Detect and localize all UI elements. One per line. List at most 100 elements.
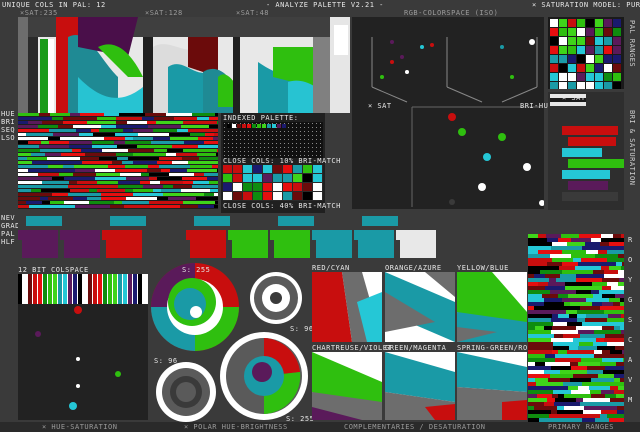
range-cell — [528, 262, 547, 266]
sequence-cell — [101, 125, 116, 128]
sequence-cell — [125, 141, 151, 144]
range-cell — [605, 334, 624, 338]
side-item-hue[interactable]: HUE — [1, 110, 15, 118]
sequence-cell — [196, 197, 218, 200]
sequence-cell — [60, 137, 85, 140]
range-cell — [528, 366, 551, 370]
range-cell — [537, 394, 552, 398]
sequence-cell — [148, 125, 181, 128]
side-item-hlf[interactable]: HLF — [1, 238, 15, 246]
side-item-seq[interactable]: SEQ — [1, 126, 15, 134]
gradient-bar — [22, 240, 58, 258]
saturation-model-toggle[interactable]: × SATURATION MODEL: PURITY — [532, 1, 640, 9]
color-grid-cell — [604, 55, 612, 63]
sequence-cell — [102, 149, 128, 152]
palette-swatch — [237, 124, 241, 128]
range-cell — [607, 342, 624, 346]
sequence-cell — [27, 157, 47, 160]
sequence-cell — [141, 173, 149, 176]
color-grid-cell — [586, 64, 594, 72]
color-grid-cell — [595, 73, 603, 81]
hue-letter-m: M — [628, 396, 633, 404]
range-cell — [528, 266, 536, 270]
gradient-bars-row — [18, 214, 524, 262]
sequence-cell — [209, 125, 218, 128]
range-cell — [544, 370, 560, 374]
side-item-pal[interactable]: PAL — [1, 230, 15, 238]
grid-dot — [308, 143, 309, 144]
grid-dot — [272, 123, 273, 124]
hue-letter-a: A — [628, 356, 633, 364]
grid-dot — [284, 131, 285, 132]
range-cell — [528, 382, 536, 386]
range-cell — [602, 382, 624, 386]
color-grid-cell — [559, 37, 567, 45]
range-cell — [570, 362, 578, 366]
sequence-cell — [26, 201, 42, 204]
grid-dot — [236, 135, 237, 136]
grid-dot — [316, 155, 317, 156]
range-cell — [609, 266, 621, 270]
sequence-cell — [214, 133, 218, 136]
side-item-lso[interactable]: LSO — [1, 134, 15, 142]
range-cell — [562, 270, 573, 274]
grid-dot — [308, 155, 309, 156]
sequence-cell — [149, 173, 169, 176]
range-cell — [600, 306, 624, 310]
range-cell — [580, 334, 605, 338]
sequence-cell — [212, 165, 218, 168]
range-cell — [528, 282, 538, 286]
sequence-cell — [99, 157, 117, 160]
sequence-cell — [48, 197, 73, 200]
sequence-cell — [182, 157, 199, 160]
sequence-cell — [116, 153, 133, 156]
hue-letter-c: C — [628, 336, 633, 344]
color-grid-cell — [613, 82, 621, 89]
range-cell — [545, 274, 560, 278]
range-cell — [560, 370, 587, 374]
footer-complementaries[interactable]: COMPLEMENTARIES / DESATURATION — [344, 423, 485, 431]
sequence-cell — [40, 197, 48, 200]
range-cell — [542, 294, 558, 298]
footer-hue-saturation[interactable]: × HUE-SATURATION — [42, 423, 117, 431]
color-grid-cell — [595, 46, 603, 54]
sequence-cell — [75, 205, 110, 208]
scatter-point — [458, 128, 466, 136]
range-cell — [555, 306, 580, 310]
sequence-cell — [38, 125, 58, 128]
range-cell — [528, 270, 540, 274]
range-cell — [601, 410, 617, 414]
range-cell — [618, 270, 624, 274]
sequence-cell — [73, 125, 101, 128]
grid-dot — [320, 147, 321, 148]
grid-dot — [292, 131, 293, 132]
range-cell — [558, 314, 569, 318]
grid-dot — [312, 155, 313, 156]
hue-letter-g: G — [628, 296, 633, 304]
footer-primary-ranges[interactable]: PRIMARY RANGES — [548, 423, 614, 431]
close-color-swatch — [223, 183, 232, 191]
grid-dot — [272, 147, 273, 148]
grid-dot — [320, 139, 321, 140]
range-cell — [614, 390, 624, 394]
footer-polar-hue-brightness[interactable]: × POLAR HUE-BRIGHTNESS — [184, 423, 288, 431]
range-cell — [557, 406, 564, 410]
sequence-cell — [82, 161, 112, 164]
sequence-cell — [64, 161, 82, 164]
range-cell — [552, 314, 558, 318]
side-item-bri[interactable]: BRI — [1, 118, 15, 126]
grid-dot — [276, 127, 277, 128]
sequence-cell — [18, 185, 50, 188]
close-color-swatch — [253, 165, 262, 173]
range-cell — [528, 250, 538, 254]
sequence-cell — [192, 185, 218, 188]
hue-saturation-plot — [18, 304, 148, 420]
sequence-cell — [18, 157, 27, 160]
range-cell — [607, 414, 624, 418]
range-cell — [544, 298, 562, 302]
sequence-cell — [18, 177, 52, 180]
grid-dot — [312, 147, 313, 148]
color-grid-cell — [613, 55, 621, 63]
grid-dot — [304, 151, 305, 152]
side-item-nev[interactable]: NEV — [1, 214, 15, 222]
